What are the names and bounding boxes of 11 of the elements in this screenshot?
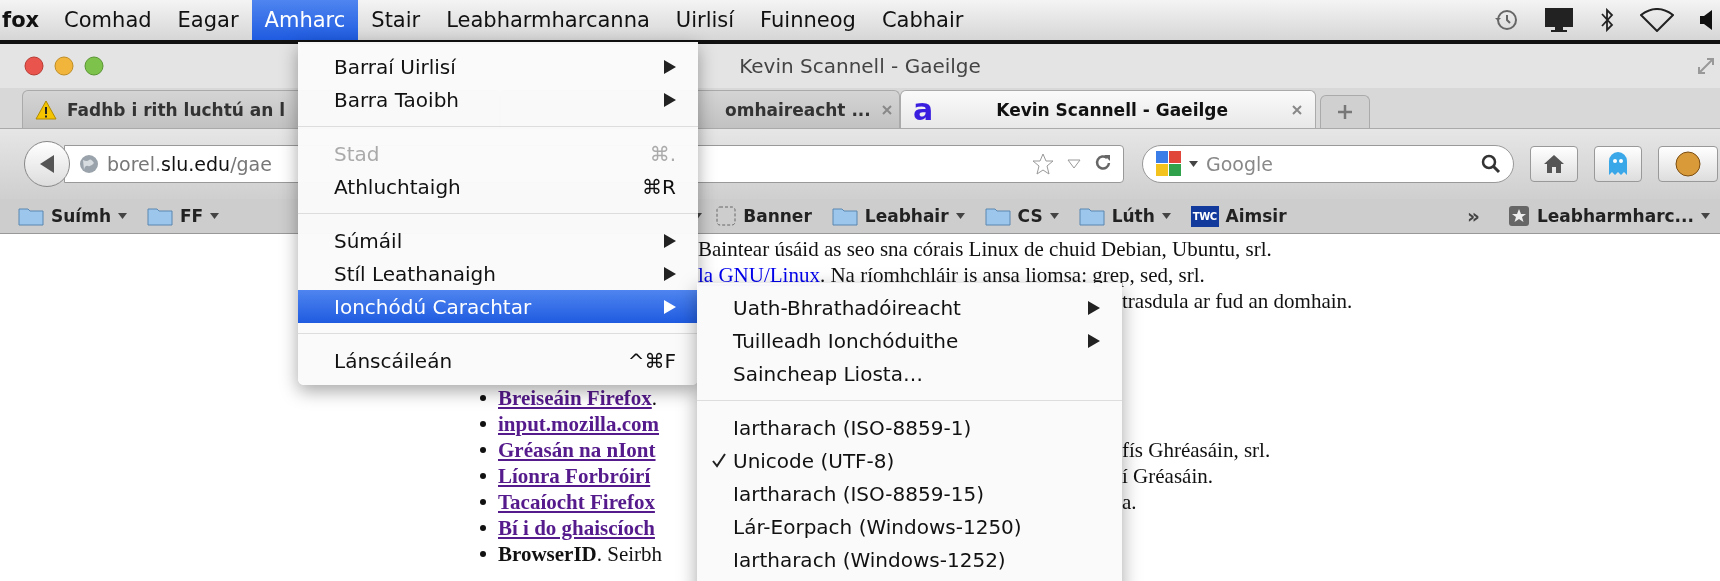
site-favicon: a <box>913 94 934 125</box>
paragraph-text: trasdula ar fud an domhain. <box>1122 288 1354 314</box>
list-text: í Gréasáin. <box>1122 463 1214 489</box>
list-text: a. <box>1122 489 1138 515</box>
paragraph-text: Baintear úsáid as seo sna córais Linux de chuid Debian, Ubuntu, srl. <box>698 236 1272 261</box>
site-logo: TWC <box>1190 205 1219 227</box>
list-text: . <box>651 385 658 410</box>
url-text: borel.slu.edu/gae <box>107 153 272 175</box>
list-text: fís Ghréasáin, srl. <box>1122 437 1272 463</box>
window-title: Kevin Scannell - Gaeilge <box>739 54 981 78</box>
list-text: BrowserID. Seirbh <box>498 541 664 567</box>
